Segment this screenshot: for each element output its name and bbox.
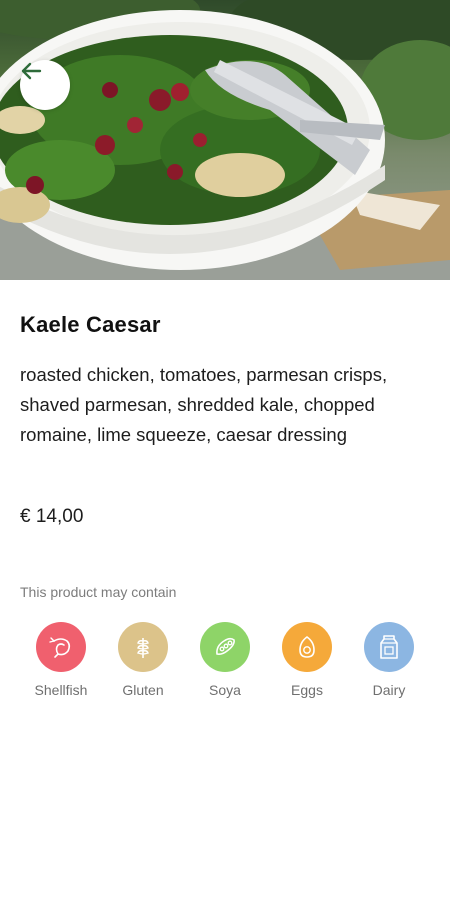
product-image	[0, 0, 450, 280]
product-price: € 14,00	[20, 506, 84, 527]
allergen-label: Gluten	[122, 682, 164, 698]
product-description: roasted chicken, tomatoes, parmesan cris…	[20, 364, 388, 445]
allergen-eggs: Eggs	[266, 622, 348, 698]
salad-bowl-illustration	[0, 0, 450, 280]
back-button[interactable]	[20, 60, 70, 110]
arrow-left-icon	[21, 62, 42, 80]
soy-pod-icon	[200, 622, 250, 672]
allergen-label: Eggs	[291, 682, 323, 698]
allergen-gluten: Gluten	[102, 622, 184, 698]
allergen-heading: This product may contain	[20, 584, 177, 600]
allergen-label: Dairy	[372, 682, 406, 698]
allergen-list: Shellfish Gluten Soya Eggs Dairy	[20, 622, 430, 698]
product-title: Kaele Caesar	[20, 312, 161, 337]
milk-carton-icon	[364, 622, 414, 672]
allergen-label: Soya	[209, 682, 241, 698]
egg-icon	[282, 622, 332, 672]
shrimp-icon	[36, 622, 86, 672]
allergen-soya: Soya	[184, 622, 266, 698]
allergen-shellfish: Shellfish	[20, 622, 102, 698]
allergen-dairy: Dairy	[348, 622, 430, 698]
allergen-label: Shellfish	[34, 682, 88, 698]
wheat-icon	[118, 622, 168, 672]
